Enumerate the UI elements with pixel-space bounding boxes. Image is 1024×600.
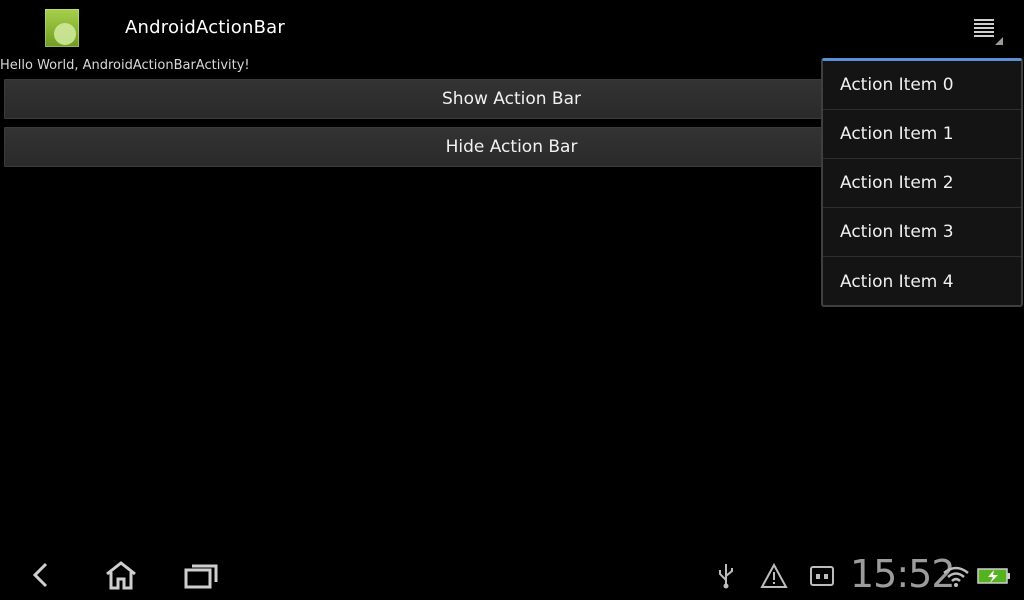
app-title: AndroidActionBar bbox=[125, 17, 285, 38]
hello-text: Hello World, AndroidActionBarActivity! bbox=[0, 58, 250, 73]
system-bar: 15:52 bbox=[0, 550, 1024, 600]
usb-icon bbox=[719, 564, 733, 589]
battery-charging-icon bbox=[977, 568, 1010, 584]
warning-icon bbox=[760, 562, 788, 588]
action-bar: AndroidActionBar bbox=[0, 0, 1024, 56]
android-robot-icon bbox=[54, 23, 76, 45]
home-icon[interactable] bbox=[104, 560, 138, 590]
overflow-corner-indicator bbox=[995, 37, 1003, 45]
recent-apps-icon[interactable] bbox=[182, 560, 220, 590]
wifi-icon bbox=[943, 566, 969, 587]
overflow-menu-button[interactable] bbox=[965, 12, 1005, 48]
overflow-menu: Action Item 0 Action Item 1 Action Item … bbox=[821, 58, 1023, 307]
app-icon[interactable] bbox=[45, 9, 79, 47]
overflow-menu-icon bbox=[974, 19, 994, 39]
menu-item-action-0[interactable]: Action Item 0 bbox=[823, 61, 1021, 110]
clock: 15:52 bbox=[850, 552, 956, 596]
back-icon[interactable] bbox=[28, 560, 54, 590]
menu-item-action-1[interactable]: Action Item 1 bbox=[823, 110, 1021, 159]
menu-item-action-2[interactable]: Action Item 2 bbox=[823, 159, 1021, 208]
screen: AndroidActionBar Hello World, AndroidAct… bbox=[0, 0, 1024, 600]
menu-item-action-4[interactable]: Action Item 4 bbox=[823, 257, 1021, 306]
sd-card-icon bbox=[810, 566, 834, 586]
menu-item-action-3[interactable]: Action Item 3 bbox=[823, 208, 1021, 257]
